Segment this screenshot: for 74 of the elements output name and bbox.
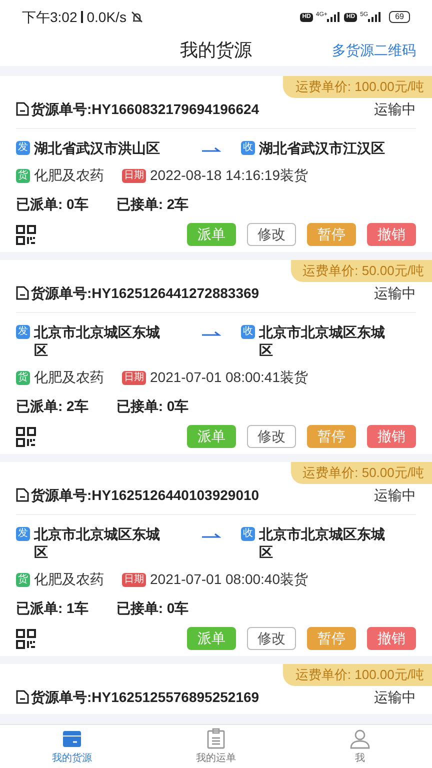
battery-icon: 69: [389, 11, 410, 23]
dispatched-count: 已派单: 1车: [16, 599, 88, 618]
order-number: 货源单号:HY1625126441272883369: [31, 284, 260, 303]
price-tag: 运费单价: 50.00元/吨: [290, 462, 432, 484]
bell-off-icon: [130, 10, 144, 24]
date-tag: 日期: [122, 168, 146, 182]
destination-address: 北京市北京城区东城区: [259, 525, 386, 561]
action-button[interactable]: 派单: [187, 223, 236, 246]
action-button[interactable]: 派单: [187, 425, 236, 448]
origin-address: 湖北省武汉市洪山区: [34, 139, 161, 157]
action-button[interactable]: 撤销: [367, 425, 416, 448]
document-icon: [16, 488, 29, 502]
dispatched-count: 已派单: 2车: [16, 397, 88, 416]
order-status: 运输中: [374, 486, 416, 504]
qr-code-icon[interactable]: [16, 426, 36, 446]
goods-name: 化肥及农药: [34, 368, 104, 387]
origin-address: 北京市北京城区东城区: [34, 323, 161, 359]
date-tag: 日期: [122, 572, 146, 586]
action-button[interactable]: 修改: [247, 425, 296, 448]
goods-name: 化肥及农药: [34, 570, 104, 589]
loading-date: 2021-07-01 08:00:40装货: [150, 570, 308, 589]
status-time: 下午3:02: [22, 8, 78, 26]
dispatched-count: 已派单: 0车: [16, 195, 88, 214]
order-status: 运输中: [374, 688, 416, 706]
document-icon: [16, 286, 29, 300]
tab-button[interactable]: 我的运单: [144, 725, 288, 768]
qr-code-link[interactable]: 多货源二维码: [332, 40, 416, 61]
order-status: 运输中: [374, 100, 416, 118]
document-icon: [16, 102, 29, 116]
page-title: 我的货源: [180, 38, 252, 62]
destination-address: 北京市北京城区东城区: [259, 323, 386, 359]
accepted-count: 已接单: 0车: [116, 599, 189, 618]
goods-tag: 货: [16, 168, 30, 182]
origin-tag: 发: [16, 141, 30, 155]
goods-name: 化肥及农药: [34, 166, 104, 185]
person-icon: [349, 728, 371, 750]
loading-date: 2022-08-18 14:16:19装货: [150, 166, 308, 185]
goods-tag: 货: [16, 370, 30, 384]
origin-address: 北京市北京城区东城区: [34, 525, 161, 561]
qr-code-icon[interactable]: [16, 628, 36, 648]
action-button[interactable]: 修改: [247, 223, 296, 246]
tab-button[interactable]: 我的货源: [0, 725, 144, 768]
price-tag: 运费单价: 100.00元/吨: [283, 76, 432, 98]
clipboard-icon: [205, 728, 227, 750]
action-button[interactable]: 撤销: [367, 223, 416, 246]
action-button[interactable]: 暂停: [307, 223, 356, 246]
destination-tag: 收: [241, 325, 255, 339]
document-icon: [16, 690, 29, 704]
order-number: 货源单号:HY1625126440103929010: [31, 486, 260, 505]
price-tag: 运费单价: 50.00元/吨: [290, 260, 432, 282]
goods-tag: 货: [16, 572, 30, 586]
date-tag: 日期: [122, 370, 146, 384]
origin-tag: 发: [16, 527, 30, 541]
accepted-count: 已接单: 0车: [116, 397, 189, 416]
signal-icon: [327, 12, 342, 22]
price-tag: 运费单价: 100.00元/吨: [283, 664, 432, 686]
tab-button[interactable]: 我: [288, 725, 432, 768]
destination-tag: 收: [241, 141, 255, 155]
network-speed: 0.0K/s: [86, 8, 126, 26]
order-number: 货源单号:HY1660832179694196624: [31, 100, 260, 119]
action-button[interactable]: 撤销: [367, 627, 416, 650]
order-number: 货源单号:HY1625125576895252169: [31, 688, 260, 707]
destination-address: 湖北省武汉市江汉区: [259, 139, 386, 157]
action-button[interactable]: 暂停: [307, 627, 356, 650]
action-button[interactable]: 暂停: [307, 425, 356, 448]
loading-date: 2021-07-01 08:00:41装货: [150, 368, 308, 387]
order-status: 运输中: [374, 284, 416, 302]
action-button[interactable]: 派单: [187, 627, 236, 650]
qr-code-icon[interactable]: [16, 224, 36, 244]
accepted-count: 已接单: 2车: [116, 195, 189, 214]
signal-icon: [368, 12, 382, 22]
action-button[interactable]: 修改: [247, 627, 296, 650]
destination-tag: 收: [241, 527, 255, 541]
origin-tag: 发: [16, 325, 30, 339]
